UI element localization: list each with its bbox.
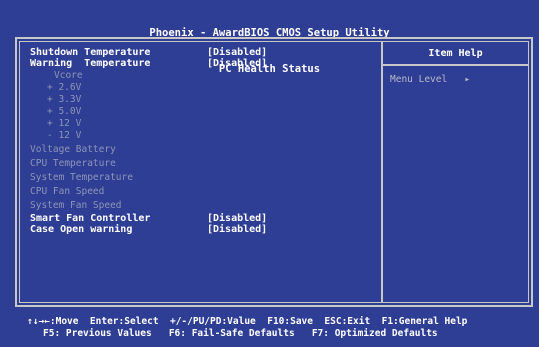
reading-5-0v: + 5.0V: [47, 106, 82, 117]
value-shutdown-temperature[interactable]: [Disabled]: [207, 47, 267, 58]
reading-3-3v: + 3.3V: [47, 94, 82, 105]
setting-smart-fan-controller[interactable]: Smart Fan Controller: [30, 213, 150, 224]
key-help-footer: ↑↓→←:Move Enter:Select +/-/PU/PD:Value F…: [0, 316, 539, 347]
reading-voltage-battery: Voltage Battery: [30, 144, 116, 155]
reading-minus-12v: - 12 V: [47, 130, 82, 141]
menu-level: Menu Level ▸: [390, 74, 470, 86]
reading-system-temperature: System Temperature: [30, 172, 133, 183]
value-smart-fan-controller[interactable]: [Disabled]: [207, 213, 267, 224]
reading-cpu-fan-speed: CPU Fan Speed: [30, 186, 105, 197]
reading-plus-12v: + 12 V: [47, 118, 82, 129]
value-case-open-warning[interactable]: [Disabled]: [207, 224, 267, 235]
reading-vcore: Vcore: [54, 70, 83, 81]
menu-level-marker: ▸: [464, 74, 471, 85]
setting-warning-temperature[interactable]: Warning Temperature: [30, 58, 150, 69]
reading-cpu-temperature: CPU Temperature: [30, 158, 116, 169]
setting-case-open-warning[interactable]: Case Open warning: [30, 224, 132, 235]
key-help-line-1: ↑↓→←:Move Enter:Select +/-/PU/PD:Value F…: [27, 316, 468, 327]
help-panel-title: Item Help: [428, 48, 483, 59]
help-panel-separator: [383, 64, 528, 66]
menu-level-label: Menu Level: [390, 74, 448, 85]
value-warning-temperature[interactable]: [Disabled]: [207, 58, 267, 69]
key-help-line-2: F5: Previous Values F6: Fail-Safe Defaul…: [43, 328, 438, 339]
panel-divider: [381, 42, 383, 302]
bios-setup-screen: Phoenix - AwardBIOS CMOS Setup Utility P…: [0, 0, 539, 347]
reading-2-6v: + 2.6V: [47, 82, 82, 93]
setting-shutdown-temperature[interactable]: Shutdown Temperature: [30, 47, 150, 58]
reading-system-fan-speed: System Fan Speed: [30, 200, 122, 211]
